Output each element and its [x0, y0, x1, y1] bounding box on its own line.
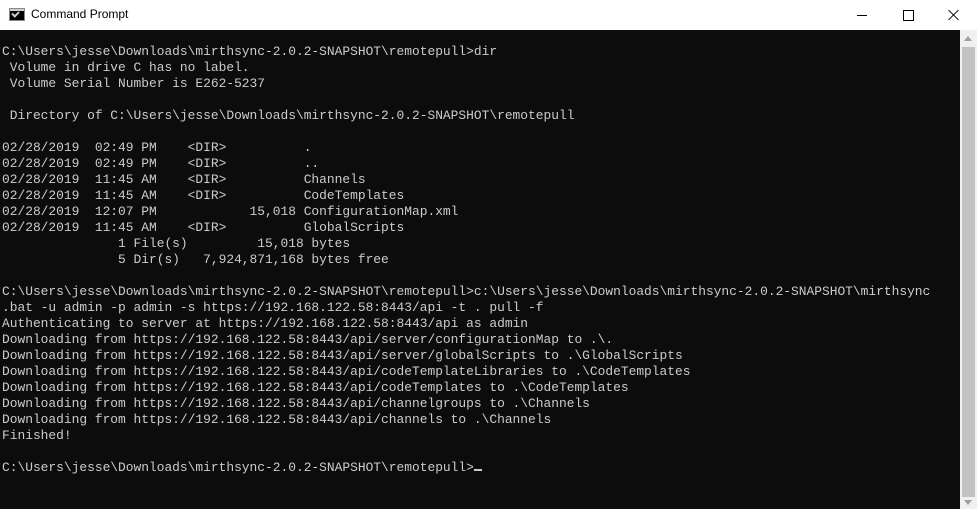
console-line: 1 File(s) 15,018 bytes	[118, 236, 351, 251]
console-line: .bat -u admin -p admin -s https://192.16…	[2, 300, 544, 315]
console-line: C:\Users\jesse\Downloads\mirthsync-2.0.2…	[2, 284, 931, 299]
console-line: 02/28/2019 11:45 AM <DIR> GlobalScripts	[2, 220, 405, 235]
console-line: Downloading from https://192.168.122.58:…	[2, 412, 552, 427]
console-line: Downloading from https://192.168.122.58:…	[2, 364, 691, 379]
console-line: 02/28/2019 11:45 AM <DIR> Channels	[2, 172, 366, 187]
console-line: Volume Serial Number is E262-5237	[9, 76, 266, 91]
minimize-button[interactable]	[839, 0, 885, 30]
console-text: C:\Users\jesse\Downloads\mirthsync-2.0.2…	[0, 30, 960, 476]
console-line: Downloading from https://192.168.122.58:…	[2, 380, 629, 395]
console-line: 02/28/2019 11:45 AM <DIR> CodeTemplates	[2, 188, 405, 203]
console-line: Authenticating to server at https://192.…	[2, 316, 529, 331]
console-line: 02/28/2019 12:07 PM 15,018 Configuration…	[2, 204, 459, 219]
console-line: Directory of C:\Users\jesse\Downloads\mi…	[9, 108, 575, 123]
close-button[interactable]	[931, 0, 977, 30]
command-prompt-window: Command Prompt C:\Users\jesse\Downloads\…	[0, 0, 977, 509]
maximize-icon	[902, 9, 914, 21]
console-line: Volume in drive C has no label.	[9, 60, 250, 75]
console-lines: C:\Users\jesse\Downloads\mirthsync-2.0.2…	[2, 44, 930, 443]
window-title: Command Prompt	[31, 7, 129, 21]
console-output-area[interactable]: C:\Users\jesse\Downloads\mirthsync-2.0.2…	[0, 30, 960, 509]
cmd-icon[interactable]	[9, 8, 25, 21]
scroll-up-arrow-icon[interactable]	[964, 36, 972, 41]
console-line: C:\Users\jesse\Downloads\mirthsync-2.0.2…	[2, 44, 498, 59]
console-line: 02/28/2019 02:49 PM <DIR> ..	[2, 156, 320, 171]
vertical-scrollbar[interactable]	[960, 30, 977, 509]
console-line: Downloading from https://192.168.122.58:…	[2, 348, 683, 363]
title-bar[interactable]: Command Prompt	[0, 0, 977, 30]
maximize-button[interactable]	[885, 0, 931, 30]
console-line: Downloading from https://192.168.122.58:…	[2, 332, 614, 347]
scroll-down-arrow-icon[interactable]	[964, 500, 972, 505]
console-line: Finished!	[2, 428, 72, 443]
scroll-thumb[interactable]	[962, 47, 975, 497]
console-line: 02/28/2019 02:49 PM <DIR> .	[2, 140, 312, 155]
minimize-icon	[857, 14, 867, 16]
text-cursor	[473, 469, 482, 471]
console-line: Downloading from https://192.168.122.58:…	[2, 396, 590, 411]
prompt-line: C:\Users\jesse\Downloads\mirthsync-2.0.2…	[2, 460, 474, 475]
console-line: 5 Dir(s) 7,924,871,168 bytes free	[118, 252, 389, 267]
close-icon	[948, 9, 960, 21]
